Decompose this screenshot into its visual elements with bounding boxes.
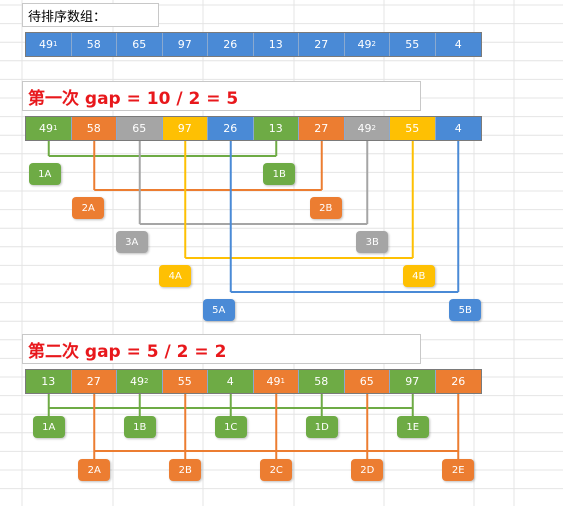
group-tag: 2C — [260, 459, 293, 481]
group-tag: 2E — [442, 459, 475, 481]
group-tag: 2D — [351, 459, 384, 481]
group-tag: 1D — [305, 416, 338, 438]
pass2-group-lines — [47, 394, 460, 459]
group-tag: 2A — [78, 459, 111, 481]
group-tag: 1C — [214, 416, 247, 438]
group-tag: 1E — [396, 416, 429, 438]
group-tag: 1B — [123, 416, 156, 438]
group-tag: 2B — [169, 459, 202, 481]
group-tag: 1A — [32, 416, 65, 438]
